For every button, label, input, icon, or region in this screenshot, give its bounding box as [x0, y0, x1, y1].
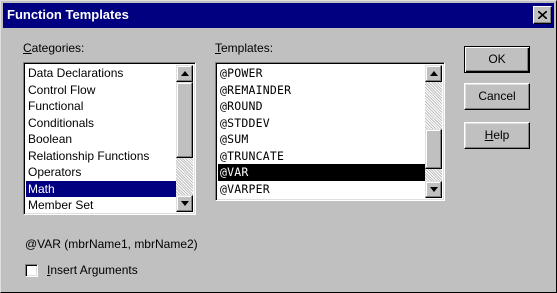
arrow-up-icon [181, 71, 189, 76]
templates-item[interactable]: @STDDEV [218, 115, 425, 132]
categories-listbox[interactable]: Data Declarations Control Flow Functional C… [23, 62, 196, 215]
cancel-button[interactable]: Cancel [464, 83, 530, 110]
templates-scroll-thumb[interactable] [425, 129, 442, 169]
categories-item[interactable]: Data Declarations [26, 65, 176, 82]
templates-item[interactable]: @POWER [218, 65, 425, 82]
categories-item[interactable]: Operators [26, 164, 176, 181]
close-button[interactable] [533, 6, 552, 24]
categories-scrollbar[interactable] [176, 65, 193, 212]
templates-item[interactable]: @ROUND [218, 98, 425, 115]
dialog-title: Function Templates [7, 7, 129, 22]
categories-item[interactable]: Conditionals [26, 115, 176, 132]
templates-scroll-up-button[interactable] [425, 65, 442, 82]
templates-listbox[interactable]: @POWER @REMAINDER @ROUND @STDDEV @SUM @TRUNCA… [215, 62, 445, 201]
templates-scroll-down-button[interactable] [425, 181, 442, 198]
templates-item[interactable]: @VARPER [218, 181, 425, 198]
arrow-down-icon [181, 201, 189, 206]
templates-item[interactable]: @REMAINDER [218, 82, 425, 99]
categories-item[interactable]: Boolean [26, 131, 176, 148]
categories-item[interactable]: Math [26, 180, 176, 197]
arrow-down-icon [430, 187, 438, 192]
insert-arguments-label[interactable]: Insert Arguments [47, 263, 138, 277]
categories-item[interactable]: Control Flow [26, 82, 176, 99]
templates-scrollbar[interactable] [425, 65, 442, 198]
templates-item[interactable]: @SUM [218, 131, 425, 148]
insert-arguments-checkbox[interactable] [25, 264, 38, 277]
templates-item[interactable]: @VAR [218, 164, 425, 181]
function-templates-dialog: Function Templates Categories: Data Decl… [0, 0, 557, 293]
categories-label: Categories: [23, 41, 85, 55]
title-bar[interactable]: Function Templates [3, 3, 554, 28]
syntax-preview: @VAR (mbrName1, mbrName2) [25, 237, 198, 251]
ok-button[interactable]: OK [464, 46, 530, 73]
templates-item[interactable]: @TRUNCATE [218, 148, 425, 165]
categories-item[interactable]: Functional [26, 98, 176, 115]
categories-scroll-thumb[interactable] [176, 82, 193, 158]
categories-item[interactable]: Member Set [26, 197, 176, 214]
categories-scroll-down-button[interactable] [176, 195, 193, 212]
arrow-up-icon [430, 71, 438, 76]
help-button[interactable]: Help [464, 122, 530, 149]
categories-scroll-up-button[interactable] [176, 65, 193, 82]
categories-item[interactable]: Relationship Functions [26, 148, 176, 165]
templates-label: Templates: [215, 41, 274, 55]
close-icon [538, 11, 547, 19]
